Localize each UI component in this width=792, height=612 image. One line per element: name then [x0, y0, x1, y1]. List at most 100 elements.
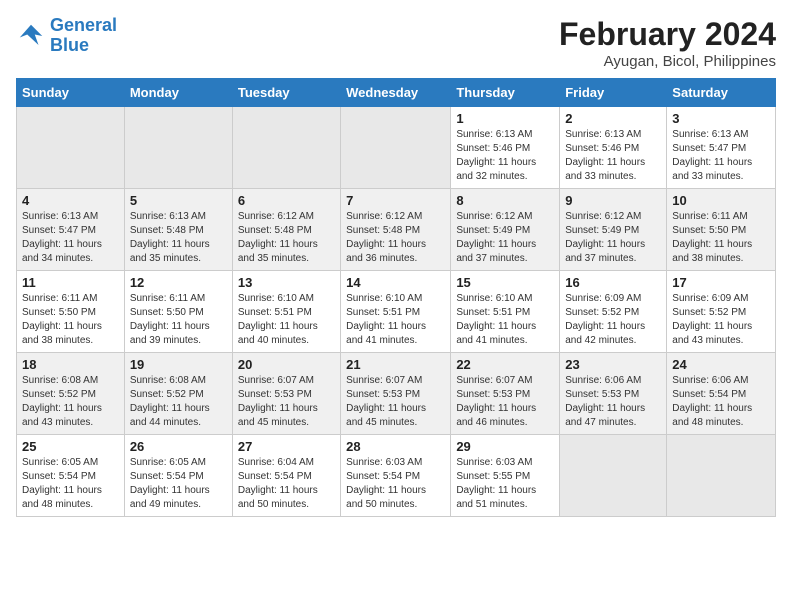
calendar-cell: 27Sunrise: 6:04 AM Sunset: 5:54 PM Dayli… — [232, 435, 340, 517]
logo: General Blue — [16, 16, 117, 56]
calendar-cell — [232, 107, 340, 189]
calendar-cell: 21 Sunrise: 6:07 AM Sunset: 5:53 PM Dayli… — [341, 353, 451, 435]
day-info: Sunrise: 6:11 AM Sunset: 5:50 PM Dayligh… — [130, 292, 227, 348]
calendar-cell: 20 Sunrise: 6:07 AM Sunset: 5:53 PM Dayli… — [232, 353, 340, 435]
calendar-cell: 11 Sunrise: 6:11 AM Sunset: 5:50 PM Dayli… — [17, 271, 125, 353]
calendar-cell: 8Sunrise: 6:12 AM Sunset: 5:49 PM Daylig… — [451, 189, 560, 271]
day-info: Sunrise: 6:13 AM Sunset: 5:46 PM Dayligh… — [456, 128, 554, 184]
calendar-cell: 1 Sunrise: 6:13 AM Sunset: 5:46 PM Daylig… — [451, 107, 560, 189]
day-info: Sunrise: 6:13 AM Sunset: 5:47 PM Dayligh… — [22, 210, 119, 266]
calendar-cell: 5 Sunrise: 6:13 AM Sunset: 5:48 PM Daylig… — [124, 189, 232, 271]
day-number: 29 — [456, 439, 554, 454]
col-header-wednesday: Wednesday — [341, 79, 451, 107]
calendar-cell: 23 Sunrise: 6:06 AM Sunset: 5:53 PM Dayli… — [560, 353, 667, 435]
day-number: 2 — [565, 111, 661, 126]
calendar-cell: 10 Sunrise: 6:11 AM Sunset: 5:50 PM Dayli… — [667, 189, 776, 271]
calendar-cell: 15 Sunrise: 6:10 AM Sunset: 5:51 PM Dayli… — [451, 271, 560, 353]
col-header-sunday: Sunday — [17, 79, 125, 107]
calendar-cell: 22 Sunrise: 6:07 AM Sunset: 5:53 PM Dayli… — [451, 353, 560, 435]
day-info: Sunrise: 6:05 AM Sunset: 5:54 PM Dayligh… — [22, 456, 119, 512]
day-info: Sunrise: 6:10 AM Sunset: 5:51 PM Dayligh… — [456, 292, 554, 348]
day-number: 23 — [565, 357, 661, 372]
calendar-cell: 24Sunrise: 6:06 AM Sunset: 5:54 PM Dayli… — [667, 353, 776, 435]
day-info: Sunrise: 6:13 AM Sunset: 5:46 PM Dayligh… — [565, 128, 661, 184]
calendar-cell: 9Sunrise: 6:12 AM Sunset: 5:49 PM Daylig… — [560, 189, 667, 271]
day-info: Sunrise: 6:03 AM Sunset: 5:54 PM Dayligh… — [346, 456, 445, 512]
day-info: Sunrise: 6:06 AM Sunset: 5:53 PM Dayligh… — [565, 374, 661, 430]
day-number: 18 — [22, 357, 119, 372]
page-subtitle: Ayugan, Bicol, Philippines — [559, 53, 776, 70]
day-info: Sunrise: 6:07 AM Sunset: 5:53 PM Dayligh… — [238, 374, 335, 430]
day-number: 26 — [130, 439, 227, 454]
page-header: General Blue February 2024 Ayugan, Bicol… — [16, 16, 776, 70]
day-number: 21 — [346, 357, 445, 372]
day-number: 11 — [22, 275, 119, 290]
day-number: 6 — [238, 193, 335, 208]
calendar-cell: 3 Sunrise: 6:13 AM Sunset: 5:47 PM Daylig… — [667, 107, 776, 189]
day-number: 3 — [672, 111, 770, 126]
day-info: Sunrise: 6:08 AM Sunset: 5:52 PM Dayligh… — [130, 374, 227, 430]
calendar-cell — [560, 435, 667, 517]
calendar-cell: 29 Sunrise: 6:03 AM Sunset: 5:55 PM Dayli… — [451, 435, 560, 517]
day-info: Sunrise: 6:07 AM Sunset: 5:53 PM Dayligh… — [346, 374, 445, 430]
day-info: Sunrise: 6:09 AM Sunset: 5:52 PM Dayligh… — [672, 292, 770, 348]
day-info: Sunrise: 6:10 AM Sunset: 5:51 PM Dayligh… — [346, 292, 445, 348]
calendar-cell — [17, 107, 125, 189]
day-number: 24 — [672, 357, 770, 372]
calendar-cell: 26Sunrise: 6:05 AM Sunset: 5:54 PM Dayli… — [124, 435, 232, 517]
calendar-cell: 13Sunrise: 6:10 AM Sunset: 5:51 PM Dayli… — [232, 271, 340, 353]
calendar-cell: 6 Sunrise: 6:12 AM Sunset: 5:48 PM Daylig… — [232, 189, 340, 271]
day-number: 19 — [130, 357, 227, 372]
day-number: 14 — [346, 275, 445, 290]
calendar-cell: 4 Sunrise: 6:13 AM Sunset: 5:47 PM Daylig… — [17, 189, 125, 271]
logo-icon — [16, 21, 46, 51]
day-info: Sunrise: 6:10 AM Sunset: 5:51 PM Dayligh… — [238, 292, 335, 348]
day-info: Sunrise: 6:13 AM Sunset: 5:47 PM Dayligh… — [672, 128, 770, 184]
logo-text: General Blue — [50, 16, 117, 56]
day-number: 20 — [238, 357, 335, 372]
day-number: 16 — [565, 275, 661, 290]
calendar-cell: 25 Sunrise: 6:05 AM Sunset: 5:54 PM Dayli… — [17, 435, 125, 517]
calendar-cell: 2 Sunrise: 6:13 AM Sunset: 5:46 PM Daylig… — [560, 107, 667, 189]
day-number: 22 — [456, 357, 554, 372]
col-header-thursday: Thursday — [451, 79, 560, 107]
day-info: Sunrise: 6:04 AM Sunset: 5:54 PM Dayligh… — [238, 456, 335, 512]
calendar-week-4: 18 Sunrise: 6:08 AM Sunset: 5:52 PM Dayli… — [17, 353, 776, 435]
calendar-week-5: 25 Sunrise: 6:05 AM Sunset: 5:54 PM Dayli… — [17, 435, 776, 517]
day-info: Sunrise: 6:11 AM Sunset: 5:50 PM Dayligh… — [672, 210, 770, 266]
day-info: Sunrise: 6:12 AM Sunset: 5:48 PM Dayligh… — [346, 210, 445, 266]
calendar-cell: 14 Sunrise: 6:10 AM Sunset: 5:51 PM Dayli… — [341, 271, 451, 353]
day-number: 1 — [456, 111, 554, 126]
title-area: February 2024 Ayugan, Bicol, Philippines — [559, 16, 776, 70]
day-info: Sunrise: 6:08 AM Sunset: 5:52 PM Dayligh… — [22, 374, 119, 430]
day-number: 4 — [22, 193, 119, 208]
col-header-saturday: Saturday — [667, 79, 776, 107]
day-info: Sunrise: 6:07 AM Sunset: 5:53 PM Dayligh… — [456, 374, 554, 430]
day-info: Sunrise: 6:12 AM Sunset: 5:48 PM Dayligh… — [238, 210, 335, 266]
calendar-week-3: 11 Sunrise: 6:11 AM Sunset: 5:50 PM Dayli… — [17, 271, 776, 353]
day-info: Sunrise: 6:11 AM Sunset: 5:50 PM Dayligh… — [22, 292, 119, 348]
day-number: 25 — [22, 439, 119, 454]
day-info: Sunrise: 6:09 AM Sunset: 5:52 PM Dayligh… — [565, 292, 661, 348]
calendar-cell: 7 Sunrise: 6:12 AM Sunset: 5:48 PM Daylig… — [341, 189, 451, 271]
calendar-cell: 17Sunrise: 6:09 AM Sunset: 5:52 PM Dayli… — [667, 271, 776, 353]
calendar-cell — [341, 107, 451, 189]
col-header-friday: Friday — [560, 79, 667, 107]
day-number: 28 — [346, 439, 445, 454]
calendar-cell: 16 Sunrise: 6:09 AM Sunset: 5:52 PM Dayli… — [560, 271, 667, 353]
calendar-table: SundayMondayTuesdayWednesdayThursdayFrid… — [16, 78, 776, 517]
calendar-cell — [124, 107, 232, 189]
day-number: 7 — [346, 193, 445, 208]
day-info: Sunrise: 6:12 AM Sunset: 5:49 PM Dayligh… — [456, 210, 554, 266]
calendar-cell: 28 Sunrise: 6:03 AM Sunset: 5:54 PM Dayli… — [341, 435, 451, 517]
day-number: 5 — [130, 193, 227, 208]
calendar-week-2: 4 Sunrise: 6:13 AM Sunset: 5:47 PM Daylig… — [17, 189, 776, 271]
calendar-cell — [667, 435, 776, 517]
col-header-tuesday: Tuesday — [232, 79, 340, 107]
day-info: Sunrise: 6:13 AM Sunset: 5:48 PM Dayligh… — [130, 210, 227, 266]
calendar-cell: 12Sunrise: 6:11 AM Sunset: 5:50 PM Dayli… — [124, 271, 232, 353]
day-info: Sunrise: 6:03 AM Sunset: 5:55 PM Dayligh… — [456, 456, 554, 512]
day-number: 10 — [672, 193, 770, 208]
day-number: 9 — [565, 193, 661, 208]
day-number: 15 — [456, 275, 554, 290]
